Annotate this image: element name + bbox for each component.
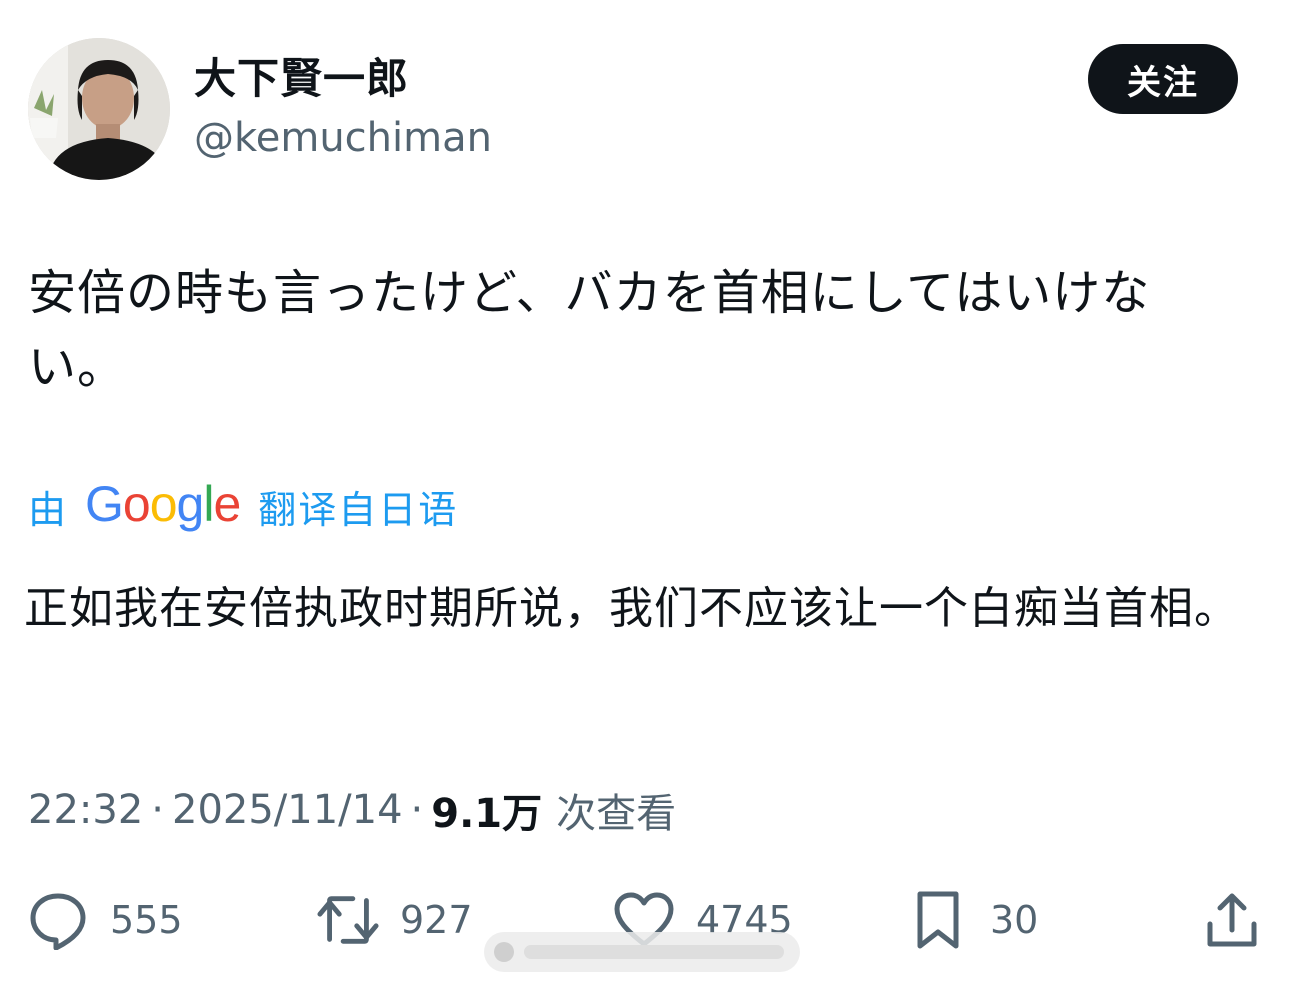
reply-count: 555 [110,898,183,942]
follow-button[interactable]: 关注 [1088,44,1238,114]
bookmark-button[interactable]: 30 [906,880,1038,960]
bookmark-icon [906,888,970,952]
translated-from-label: 翻译自日语 [258,487,459,532]
meta-separator: · [410,787,424,833]
repost-icon [316,888,380,952]
repost-count: 927 [400,898,473,942]
watermark-overlay [484,932,800,972]
reply-icon [26,888,90,952]
views-count[interactable]: 9.1万 [431,781,542,839]
meta-separator: · [151,787,164,833]
tweet-header: 大下賢一郎 @kemuchiman 关注 [28,38,1240,182]
author-handle[interactable]: @kemuchiman [194,112,492,164]
views-label: 次查看 [556,791,677,837]
avatar[interactable] [28,38,170,180]
translated-by-label: 由 [28,487,68,532]
author-display-name[interactable]: 大下賢一郎 [194,52,492,106]
profile-photo [28,38,170,180]
tweet-date[interactable]: 2025/11/14 [172,787,403,833]
bookmark-count: 30 [990,898,1039,942]
repost-button[interactable]: 927 [316,880,473,960]
translation-attribution[interactable]: 由 Google 翻译自日语 [28,474,458,538]
tweet-meta: 22:32 · 2025/11/14 · 9.1万 次查看 [28,780,676,840]
translated-text: 正如我在安倍执政时期所说，我们不应该让一个白痴当首相。 [24,583,1239,634]
tweet-time[interactable]: 22:32 [28,787,143,833]
share-button[interactable] [1200,880,1264,960]
watermark-bar [524,945,784,959]
author-names: 大下賢一郎 @kemuchiman [194,52,492,164]
reply-button[interactable]: 555 [26,880,183,960]
tweet-text: 安倍の時も言ったけど、バカを首相にしてはいけない。 [28,265,1151,395]
google-logo: Google [85,476,241,532]
watermark-icon [494,942,514,962]
share-icon [1200,888,1264,952]
